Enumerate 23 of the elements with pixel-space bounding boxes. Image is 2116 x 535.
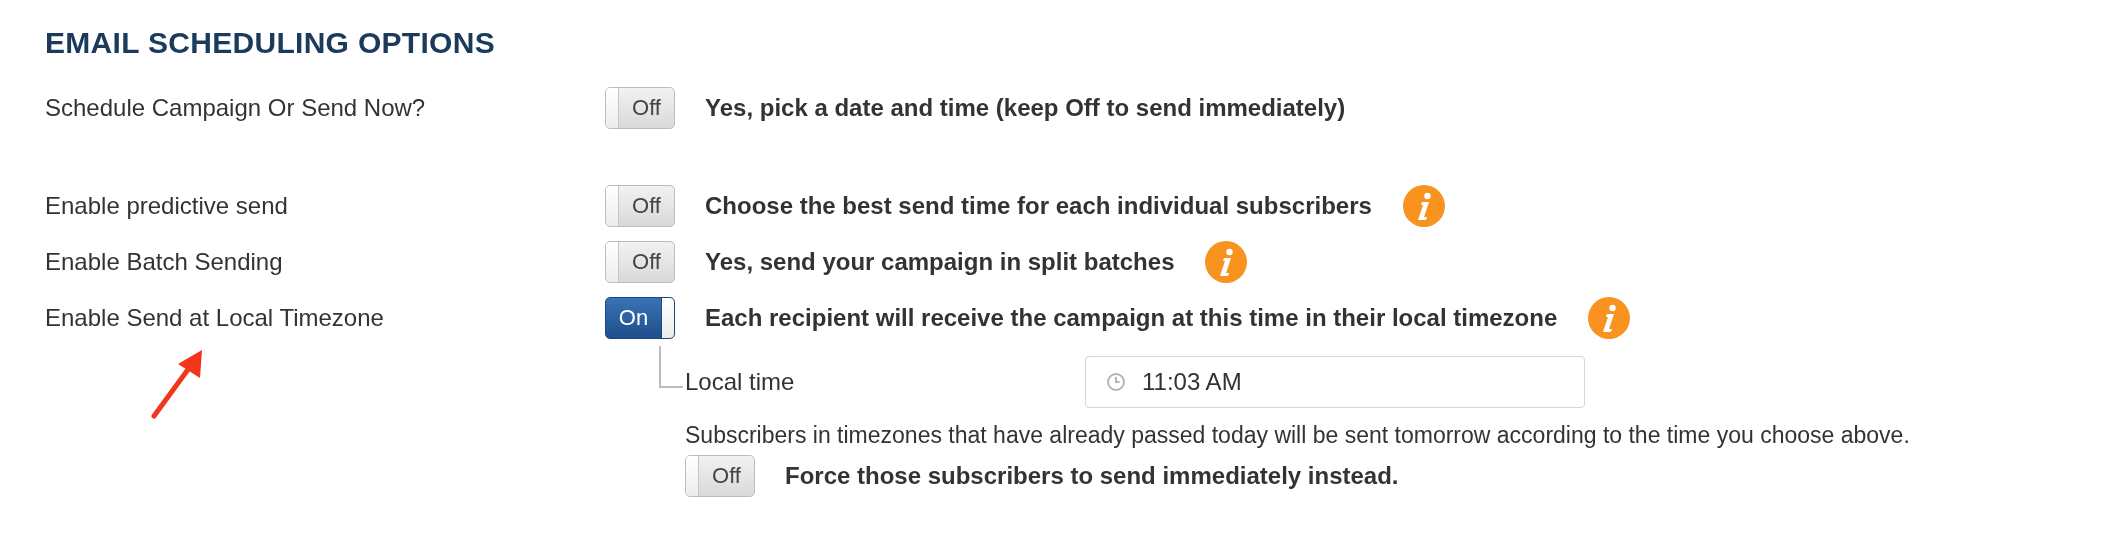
option-description: Force those subscribers to send immediately instead. — [785, 462, 1399, 490]
timezone-note: Subscribers in timezones that have already passed today will be sent tomorrow according to the time you choose above. — [685, 422, 1911, 449]
local-time-label: Local time — [685, 368, 796, 396]
option-description: Yes, send your campaign in split batches — [705, 248, 1175, 276]
toggle-switch[interactable]: Off — [685, 455, 755, 497]
info-icon[interactable] — [1401, 184, 1446, 228]
option-description: Yes, pick a date and time (keep Off to send immediately) — [705, 94, 1346, 122]
option-label: Enable Send at Local Timezone — [45, 304, 385, 332]
option-description: Each recipient will receive the campaign at this time in their local timezone — [705, 304, 1558, 332]
clock-icon — [1106, 372, 1126, 392]
toggle-switch[interactable]: Off — [605, 185, 675, 227]
option-label: Enable predictive send — [45, 192, 289, 220]
section-title: EMAIL SCHEDULING OPTIONS — [45, 26, 496, 60]
toggle-switch[interactable]: Off — [605, 241, 675, 283]
time-field[interactable]: 11:03 AM — [1085, 356, 1585, 408]
connector-line — [659, 346, 683, 388]
option-label: Enable Batch Sending — [45, 248, 284, 276]
option-description: Choose the best send time for each individual subscribers — [705, 192, 1372, 220]
info-icon[interactable] — [1587, 296, 1632, 340]
toggle-switch[interactable]: Off — [605, 87, 675, 129]
info-icon[interactable] — [1204, 240, 1249, 284]
toggle-switch[interactable]: On — [605, 297, 675, 339]
option-label: Schedule Campaign Or Send Now? — [45, 94, 427, 122]
